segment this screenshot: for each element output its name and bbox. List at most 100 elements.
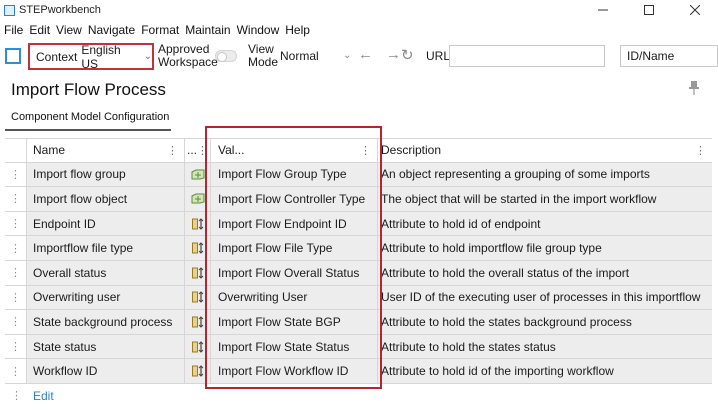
row-name: Importflow file type xyxy=(27,236,185,260)
row-description: Attribute to hold the states status xyxy=(381,339,556,354)
close-icon xyxy=(690,5,700,15)
drag-handle-icon: ⋮ xyxy=(11,390,22,402)
maximize-button[interactable] xyxy=(626,0,672,20)
drag-handle-icon: ⋮ xyxy=(10,341,21,354)
column-menu-icon[interactable]: ⋮ xyxy=(197,144,208,157)
header-handle xyxy=(5,139,27,162)
row-drag-handle[interactable]: ⋮ xyxy=(5,211,27,236)
attribute-icon xyxy=(185,236,211,260)
forward-arrow-icon[interactable]: → xyxy=(386,46,401,63)
row-drag-handle[interactable]: ⋮ xyxy=(5,187,27,211)
row-description: Attribute to hold importflow file group … xyxy=(381,241,602,256)
row-description: An object representing a grouping of som… xyxy=(381,167,650,182)
row-drag-handle[interactable]: ⋮ xyxy=(5,285,27,310)
row-value[interactable]: Import Flow State BGP xyxy=(211,310,378,334)
column-menu-icon[interactable]: ⋮ xyxy=(695,144,706,157)
table-row[interactable]: ⋮ Workflow ID Import Flow Workflow ID Attri… xyxy=(5,359,712,384)
row-drag-handle[interactable]: ⋮ xyxy=(5,310,27,334)
table-header: Name ⋮ ... ⋮ Val... ⋮ Description ⋮ xyxy=(5,138,712,163)
attribute-icon xyxy=(185,285,211,310)
table-body: ⋮ Import flow group Import Flow Group Type… xyxy=(5,162,712,384)
menu-help[interactable]: Help xyxy=(283,23,314,37)
table-row[interactable]: ⋮ Import flow object Import Flow Controlle… xyxy=(5,187,712,212)
drag-handle-icon: ⋮ xyxy=(10,168,21,181)
column-menu-icon[interactable]: ⋮ xyxy=(167,144,178,157)
row-description: Attribute to hold the overall status of … xyxy=(381,265,630,280)
table-row[interactable]: ⋮ State status Import Flow State Status Att… xyxy=(5,334,712,360)
url-input[interactable] xyxy=(449,45,605,67)
column-header-icon[interactable]: ... ⋮ xyxy=(185,139,211,162)
row-name: Overwriting user xyxy=(27,285,185,310)
row-drag-handle[interactable]: ⋮ xyxy=(5,162,27,187)
table-row[interactable]: ⋮ Endpoint ID Import Flow Endpoint ID Attri… xyxy=(5,211,712,237)
row-description: Attribute to hold id of the importing wo… xyxy=(381,364,614,379)
drag-handle-icon: ⋮ xyxy=(10,365,21,378)
drag-handle-icon: ⋮ xyxy=(10,242,21,255)
menu-bar: File Edit View Navigate Format Maintain … xyxy=(0,20,314,39)
table-row[interactable]: ⋮ State background process Import Flow Sta… xyxy=(5,310,712,335)
row-value[interactable]: Import Flow File Type xyxy=(211,236,378,260)
menu-navigate[interactable]: Navigate xyxy=(86,23,139,37)
menu-edit[interactable]: Edit xyxy=(27,23,54,37)
drag-handle-icon: ⋮ xyxy=(10,316,21,329)
row-value[interactable]: Import Flow Endpoint ID xyxy=(211,211,378,236)
tab-underline xyxy=(5,129,171,131)
row-description: User ID of the executing user of process… xyxy=(381,290,701,305)
pin-icon[interactable] xyxy=(688,80,700,96)
menu-file[interactable]: File xyxy=(2,23,27,37)
back-arrow-icon[interactable]: ← xyxy=(358,46,373,63)
chevron-down-icon: ⌄ xyxy=(343,50,352,61)
row-drag-handle[interactable]: ⋮ xyxy=(5,260,27,285)
menu-view[interactable]: View xyxy=(54,23,86,37)
menu-maintain[interactable]: Maintain xyxy=(183,23,234,37)
row-value[interactable]: Import Flow Group Type xyxy=(211,162,378,187)
column-header-name[interactable]: Name ⋮ xyxy=(27,139,185,162)
view-mode-label: View Mode xyxy=(248,42,279,69)
drag-handle-icon: ⋮ xyxy=(10,193,21,206)
minimize-button[interactable] xyxy=(580,0,626,20)
approved-workspace-toggle[interactable] xyxy=(215,50,237,62)
window-title: STEPworkbench xyxy=(19,4,101,16)
app-icon xyxy=(4,4,15,16)
context-value[interactable]: English US xyxy=(81,43,137,71)
refresh-icon[interactable]: ↻ xyxy=(401,46,414,64)
menu-format[interactable]: Format xyxy=(139,23,183,37)
maximize-icon xyxy=(644,5,654,15)
row-description: Attribute to hold id of endpoint xyxy=(381,216,541,231)
minimize-icon xyxy=(598,9,608,11)
row-value[interactable]: Import Flow State Status xyxy=(211,334,378,359)
row-drag-handle[interactable]: ⋮ xyxy=(5,236,27,260)
drag-handle-icon: ⋮ xyxy=(10,267,21,280)
context-selector[interactable]: Context English US ⌄ xyxy=(28,43,154,71)
table-row[interactable]: ⋮ Overall status Import Flow Overall Statu… xyxy=(5,260,712,286)
column-menu-icon[interactable]: ⋮ xyxy=(360,144,371,157)
attribute-icon xyxy=(185,310,211,334)
column-header-val[interactable]: Val... ⋮ xyxy=(211,139,378,162)
row-value[interactable]: Import Flow Workflow ID xyxy=(211,359,378,383)
row-drag-handle[interactable]: ⋮ xyxy=(5,334,27,359)
menu-window[interactable]: Window xyxy=(235,23,284,37)
toolbar: Context English US ⌄ Approved Workspace … xyxy=(0,40,718,72)
home-button[interactable] xyxy=(5,48,21,64)
column-header-description[interactable]: Description ⋮ xyxy=(378,139,712,162)
table-row[interactable]: ⋮ Importflow file type Import Flow File Ty… xyxy=(5,236,712,261)
close-button[interactable] xyxy=(672,0,718,20)
row-name: Workflow ID xyxy=(27,359,185,383)
table-row[interactable]: ⋮ Import flow group Import Flow Group Type… xyxy=(5,162,712,188)
url-label: URL xyxy=(426,49,451,63)
row-value[interactable]: Import Flow Overall Status xyxy=(211,260,378,285)
edit-link[interactable]: Edit xyxy=(33,389,54,403)
approved-workspace-label: Approved Workspace xyxy=(158,42,218,69)
id-name-input[interactable]: ID/Name xyxy=(620,45,718,67)
row-name: State status xyxy=(27,334,185,359)
tab-component-model-configuration[interactable]: Component Model Configuration xyxy=(11,111,169,123)
attribute-icon xyxy=(185,359,211,383)
row-value[interactable]: Overwriting User xyxy=(211,285,378,310)
row-value[interactable]: Import Flow Controller Type xyxy=(211,187,378,211)
row-name: Import flow group xyxy=(27,162,185,187)
table-row[interactable]: ⋮ Overwriting user Overwriting User User ID… xyxy=(5,285,712,311)
object-type-icon xyxy=(185,162,211,187)
row-drag-handle[interactable]: ⋮ xyxy=(5,359,27,383)
view-mode-select[interactable]: Normal xyxy=(280,49,319,63)
context-label: Context xyxy=(36,49,78,64)
